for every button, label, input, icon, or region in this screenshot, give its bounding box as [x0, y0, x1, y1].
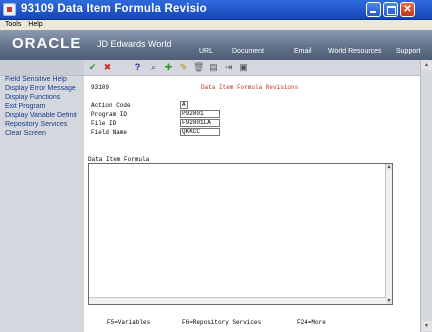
- file-id-label: File ID: [91, 120, 117, 127]
- formula-horizontal-scrollbar[interactable]: [89, 297, 386, 304]
- formula-label: Data Item Formula: [88, 156, 150, 163]
- inquire-icon[interactable]: ⌕: [148, 62, 159, 73]
- formula-vertical-scrollbar[interactable]: ▲ ▼: [385, 164, 392, 304]
- maximize-button[interactable]: [383, 2, 398, 17]
- form-title: Data Item Formula Revisions: [201, 84, 299, 91]
- scroll-down-icon[interactable]: ▼: [386, 298, 392, 304]
- menu-tools[interactable]: Tools: [5, 21, 21, 28]
- sidebar-item-clear-screen[interactable]: Clear Screen: [5, 130, 84, 137]
- menu-help[interactable]: Help: [28, 21, 42, 28]
- close-button[interactable]: ✕: [400, 2, 415, 17]
- field-name-label: Field Name: [91, 129, 128, 136]
- formula-textarea[interactable]: ▲ ▼: [88, 163, 393, 305]
- sidebar-item-exit-program[interactable]: Exit Program: [5, 103, 84, 110]
- sidebar-item-display-variable-definitions[interactable]: Display Variable Definit: [5, 112, 84, 119]
- program-id-field[interactable]: P92801: [180, 110, 220, 118]
- link-icon[interactable]: ⇥: [223, 62, 234, 73]
- window-scrollbar[interactable]: ▲ ▼: [420, 60, 432, 332]
- toolbar: ✔ ✖ ? ⌕ ✚ ✎ 🗑 ▤ ⇥ ▣: [84, 60, 432, 76]
- form-id: 93109: [91, 84, 110, 91]
- delete-icon[interactable]: 🗑: [193, 62, 204, 73]
- display-icon[interactable]: ▣: [238, 62, 249, 73]
- oracle-logo: ORACLE: [12, 35, 82, 52]
- fkey-repository-services[interactable]: F6=Repository Services: [182, 319, 261, 326]
- nav-support[interactable]: Support: [396, 48, 421, 55]
- fkey-more[interactable]: F24=More: [297, 319, 326, 326]
- nav-document[interactable]: Document: [232, 48, 264, 55]
- change-icon[interactable]: ✎: [178, 62, 189, 73]
- scroll-up-icon[interactable]: ▲: [386, 164, 392, 170]
- form-area: 93109 Data Item Formula Revisions Action…: [84, 77, 432, 332]
- oracle-banner: ORACLE JD Edwards World URL Document Ema…: [0, 30, 432, 60]
- product-name: JD Edwards World: [97, 39, 172, 49]
- nav-url[interactable]: URL: [199, 48, 213, 55]
- nav-world-resources[interactable]: World Resources: [328, 48, 382, 55]
- window-scroll-up-icon[interactable]: ▲: [421, 60, 432, 70]
- sidebar-item-display-error-message[interactable]: Display Error Message: [5, 85, 84, 92]
- fkey-variables[interactable]: F5=Variables: [107, 319, 150, 326]
- sidebar-item-repository-services[interactable]: Repository Services: [5, 121, 84, 128]
- program-id-label: Program ID: [91, 111, 128, 118]
- window-title: 93109 Data Item Formula Revisio: [21, 3, 207, 15]
- file-id-field[interactable]: F92801LA: [180, 119, 220, 127]
- minimize-button[interactable]: [366, 2, 381, 17]
- help-icon[interactable]: ?: [132, 62, 143, 73]
- copy-icon[interactable]: ▤: [208, 62, 219, 73]
- menu-bar: Tools Help: [0, 20, 432, 30]
- action-code-label: Action Code: [91, 102, 131, 109]
- app-icon[interactable]: [3, 3, 16, 16]
- action-code-field[interactable]: A: [180, 101, 188, 109]
- field-name-field[interactable]: QKKCC: [180, 128, 220, 136]
- title-bar: 93109 Data Item Formula Revisio ✕: [0, 0, 432, 20]
- window-scroll-down-icon[interactable]: ▼: [421, 321, 432, 331]
- exit-sidebar: Field Sensitive Help Display Error Messa…: [0, 60, 84, 332]
- nav-email[interactable]: Email: [294, 48, 312, 55]
- sidebar-item-display-functions[interactable]: Display Functions: [5, 94, 84, 101]
- add-icon[interactable]: ✚: [163, 62, 174, 73]
- sidebar-header: [0, 60, 84, 76]
- cancel-icon[interactable]: ✖: [102, 62, 113, 73]
- ok-icon[interactable]: ✔: [87, 62, 98, 73]
- sidebar-item-field-sensitive-help[interactable]: Field Sensitive Help: [5, 76, 84, 83]
